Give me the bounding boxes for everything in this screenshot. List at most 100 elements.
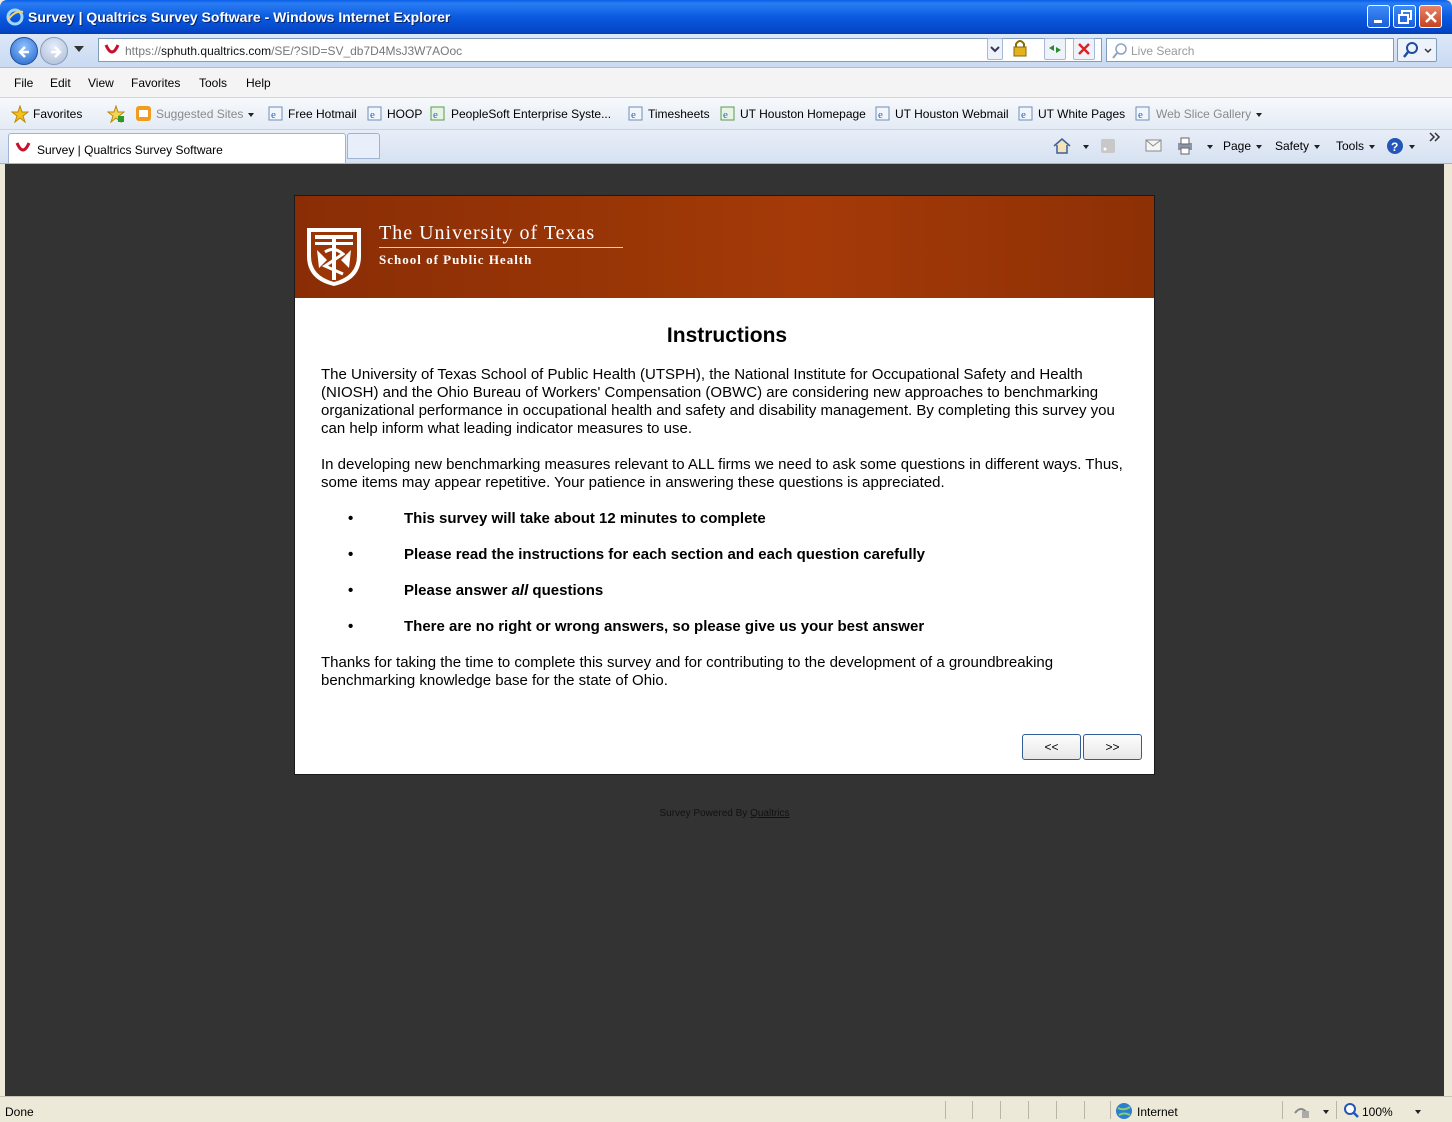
print-icon[interactable] (1175, 136, 1195, 156)
survey-panel: The University of Texas School of Public… (294, 195, 1155, 775)
new-tab-button[interactable] (347, 133, 380, 159)
suggested-sites-link[interactable]: Suggested Sites (156, 107, 255, 121)
tab-label: Survey | Qualtrics Survey Software (37, 143, 223, 157)
back-button[interactable] (10, 37, 38, 65)
back-page-button[interactable]: << (1022, 734, 1081, 760)
protected-mode-icon[interactable] (1293, 1103, 1311, 1119)
security-lock-button[interactable] (1010, 38, 1032, 60)
favorite-link-timesheets[interactable]: Timesheets (648, 107, 710, 121)
svg-text:e: e (370, 109, 375, 121)
list-item: • This survey will take about 12 minutes … (348, 510, 766, 527)
favorite-link-ut-white-pages[interactable]: UT White Pages (1038, 107, 1125, 121)
window-title: Survey | Qualtrics Survey Software - Win… (28, 9, 451, 25)
home-dropdown-icon[interactable] (1083, 145, 1089, 149)
favorite-link-hoop[interactable]: HOOP (387, 107, 422, 121)
favorites-bar: Favorites Suggested Sites e Free Hotmail… (0, 98, 1452, 130)
page-icon: e (875, 106, 890, 121)
page-title: Instructions (666, 324, 788, 347)
page-menu[interactable]: Page (1223, 139, 1263, 153)
minimize-icon (1374, 20, 1382, 23)
university-name: The University of Texas (379, 222, 596, 244)
page-icon: e (1135, 106, 1150, 121)
mail-icon[interactable] (1145, 138, 1163, 154)
close-icon (1425, 11, 1437, 23)
home-icon[interactable] (1052, 136, 1072, 156)
status-text: Done (5, 1105, 34, 1119)
help-dropdown-icon[interactable] (1409, 145, 1415, 149)
status-divider (1056, 1101, 1057, 1119)
next-page-button[interactable]: >> (1083, 734, 1142, 760)
help-icon[interactable]: ? (1385, 136, 1405, 156)
stop-icon (1078, 43, 1090, 55)
page-viewport: The University of Texas School of Public… (5, 164, 1444, 1096)
forward-arrow-icon (51, 46, 62, 58)
bullet-dot: • (348, 582, 354, 599)
refresh-button[interactable] (1044, 38, 1066, 60)
restore-button[interactable] (1393, 5, 1416, 28)
address-dropdown-button[interactable] (987, 38, 1003, 60)
forward-button[interactable] (40, 37, 68, 65)
magnifier-icon (1403, 42, 1432, 58)
status-divider (1028, 1101, 1029, 1119)
close-window-button[interactable] (1419, 5, 1442, 28)
menu-view[interactable]: View (88, 76, 114, 90)
address-input[interactable]: https://sphuth.qualtrics.com/SE/?SID=SV_… (98, 38, 1102, 62)
zoom-level[interactable]: 100% (1362, 1105, 1393, 1119)
page-icon: e (268, 106, 283, 121)
school-name: School of Public Health (379, 252, 533, 267)
list-item: • There are no right or wrong answers, so… (348, 618, 925, 635)
rss-feed-icon[interactable] (1100, 138, 1116, 154)
add-favorite-icon[interactable] (107, 105, 125, 123)
restore-icon (1398, 10, 1412, 24)
protected-mode-dropdown-icon[interactable] (1323, 1110, 1329, 1114)
status-divider (1084, 1101, 1085, 1119)
search-button[interactable] (1397, 38, 1437, 62)
qualtrics-favicon-icon (104, 44, 120, 54)
bullet-dot: • (348, 510, 354, 527)
search-input[interactable]: Live Search (1106, 38, 1394, 62)
svg-text:e: e (631, 109, 636, 121)
svg-text:e: e (1021, 109, 1026, 121)
svg-text:e: e (271, 109, 276, 121)
minimize-button[interactable] (1367, 5, 1390, 28)
safety-menu[interactable]: Safety (1275, 139, 1321, 153)
menu-tools[interactable]: Tools (199, 76, 227, 90)
favorite-link-ut-houston-homepage[interactable]: UT Houston Homepage (740, 107, 866, 121)
menu-edit[interactable]: Edit (50, 76, 71, 90)
favorites-button[interactable]: Favorites (33, 107, 82, 121)
favorite-link-free-hotmail[interactable]: Free Hotmail (288, 107, 357, 121)
bullet-dot: • (348, 546, 354, 563)
qualtrics-link[interactable]: Qualtrics (750, 808, 789, 819)
chevron-double-right-icon[interactable] (1429, 132, 1441, 142)
favorite-link-peoplesoft[interactable]: PeopleSoft Enterprise Syste... (451, 107, 611, 121)
zoom-icon[interactable] (1343, 1102, 1359, 1118)
menu-file[interactable]: File (14, 76, 33, 90)
web-slice-gallery-link[interactable]: Web Slice Gallery (1156, 107, 1263, 121)
recent-pages-dropdown[interactable] (74, 46, 84, 52)
status-divider (972, 1101, 973, 1119)
svg-text:?: ? (1391, 140, 1398, 154)
favorites-star-icon (11, 105, 29, 123)
status-divider (945, 1101, 946, 1119)
search-placeholder: Live Search (1131, 44, 1195, 58)
stop-button[interactable] (1073, 38, 1095, 60)
menu-favorites[interactable]: Favorites (131, 76, 180, 90)
zoom-dropdown-icon[interactable] (1415, 1110, 1421, 1114)
print-dropdown-icon[interactable] (1207, 145, 1213, 149)
menu-help[interactable]: Help (246, 76, 271, 90)
window-title-bar[interactable]: Survey | Qualtrics Survey Software - Win… (0, 0, 1452, 34)
lock-icon (1013, 40, 1027, 57)
menu-bar: File Edit View Favorites Tools Help (0, 68, 1452, 98)
globe-icon (1116, 1103, 1132, 1119)
internet-explorer-icon (6, 8, 24, 26)
security-zone[interactable]: Internet (1137, 1105, 1178, 1119)
favorite-link-ut-houston-webmail[interactable]: UT Houston Webmail (895, 107, 1009, 121)
status-divider (1110, 1101, 1111, 1119)
tools-menu[interactable]: Tools (1336, 139, 1376, 153)
page-icon: e (628, 106, 643, 121)
ut-banner: The University of Texas School of Public… (295, 196, 1154, 298)
method-paragraph: In developing new benchmarking measures … (321, 456, 1123, 491)
svg-text:e: e (723, 109, 728, 121)
chevron-down-icon (990, 46, 1000, 53)
tab-survey[interactable]: Survey | Qualtrics Survey Software (8, 133, 346, 163)
